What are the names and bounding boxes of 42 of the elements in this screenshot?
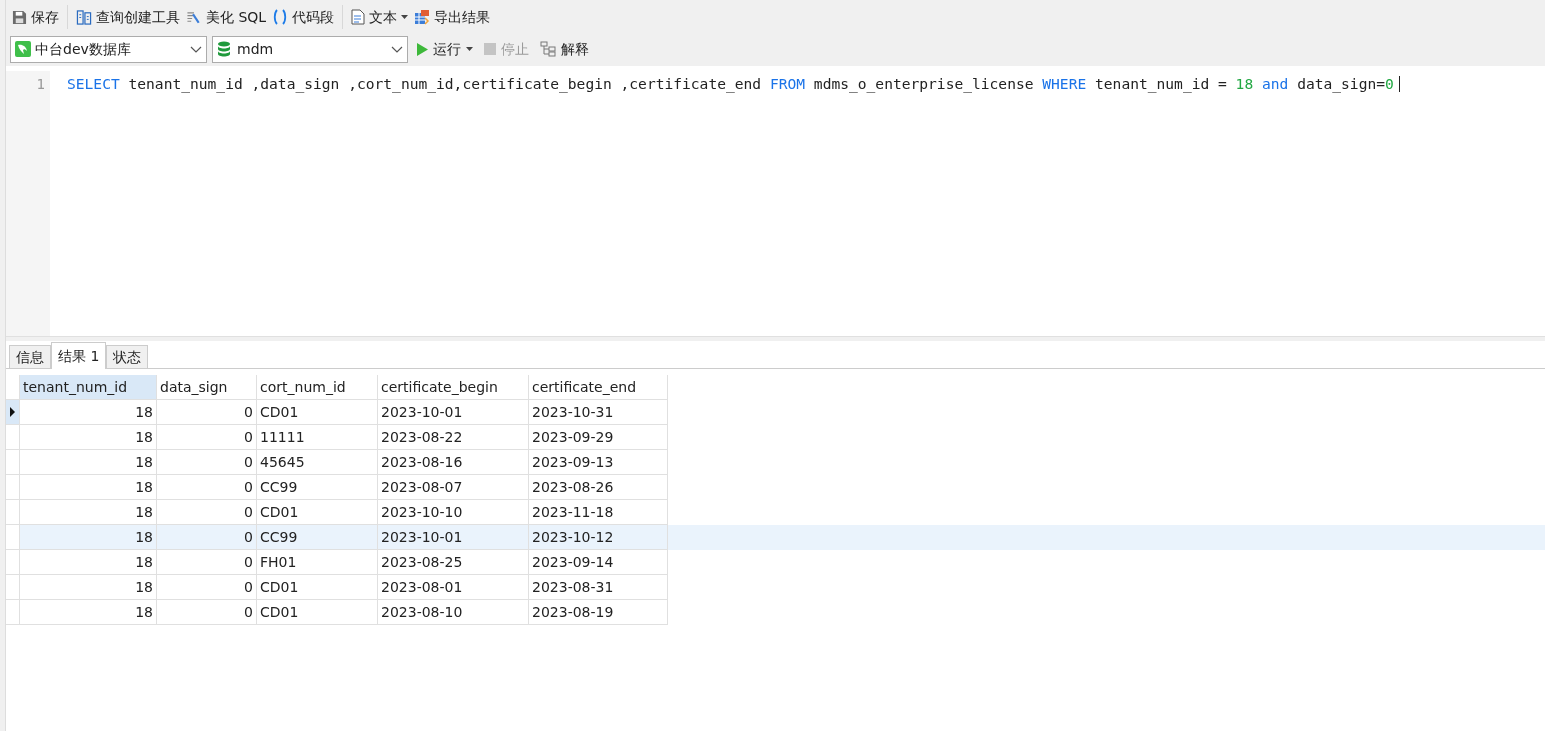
table-cell: CD01	[257, 600, 378, 625]
action-button[interactable]: 运行	[413, 38, 476, 60]
text-cursor	[1398, 76, 1400, 92]
line-number: 1	[36, 75, 45, 94]
row-header[interactable]	[6, 400, 20, 425]
database-icon	[217, 41, 231, 57]
document-icon	[351, 9, 366, 25]
toolbar-button[interactable]: 导出结果	[412, 4, 493, 30]
save-icon	[12, 9, 27, 25]
database-dropdown[interactable]: mdm	[212, 35, 408, 63]
stop-icon	[484, 43, 496, 55]
toolbar-button[interactable]: 美化 SQL	[184, 4, 269, 30]
chevron-down-icon	[190, 45, 202, 53]
result-tab[interactable]: 信息	[9, 345, 51, 368]
chevron-down-icon	[391, 45, 403, 53]
result-tab[interactable]: 状态	[106, 345, 149, 368]
action-button[interactable]: 解释	[537, 38, 592, 60]
result-tab[interactable]: 结果 1	[51, 342, 107, 369]
column-header[interactable]: cort_num_id	[257, 375, 378, 400]
toolbar-button[interactable]: 文本	[349, 4, 411, 30]
table-row[interactable]: 18 0 CC99 2023-10-01 2023-10-12	[6, 525, 1545, 550]
column-header[interactable]: data_sign	[157, 375, 257, 400]
column-header[interactable]: certificate_end	[529, 375, 668, 400]
diagram-icon	[540, 41, 556, 57]
table-cell: 18	[20, 600, 157, 625]
table-cell: 2023-08-19	[529, 600, 668, 625]
toolbar-button[interactable]: 查询创建工具	[74, 4, 182, 30]
table-cell: 0	[157, 600, 257, 625]
current-row-icon	[10, 407, 15, 417]
export-icon	[414, 9, 431, 25]
table-icon	[76, 9, 92, 25]
column-header[interactable]: certificate_begin	[378, 375, 529, 400]
play-icon	[416, 42, 428, 56]
code-line: SELECT tenant_num_id ,data_sign ,cort_num_id,certificate_begin ,certificate_end FROM mdms_o_enterprise_license WHERE tenant_num_id = 18 and data_sign=0	[67, 74, 1394, 94]
parentheses-icon	[272, 9, 289, 25]
table-cell: 2023-08-10	[378, 600, 529, 625]
toolbar-button[interactable]: 代码段	[270, 4, 337, 30]
dolphin-icon	[15, 41, 31, 57]
column-header[interactable]: tenant_num_id	[20, 375, 157, 400]
brush-icon	[186, 9, 202, 25]
connection-dropdown[interactable]: 中台dev数据库	[10, 35, 207, 63]
toolbar-button[interactable]: 保存	[10, 4, 61, 30]
